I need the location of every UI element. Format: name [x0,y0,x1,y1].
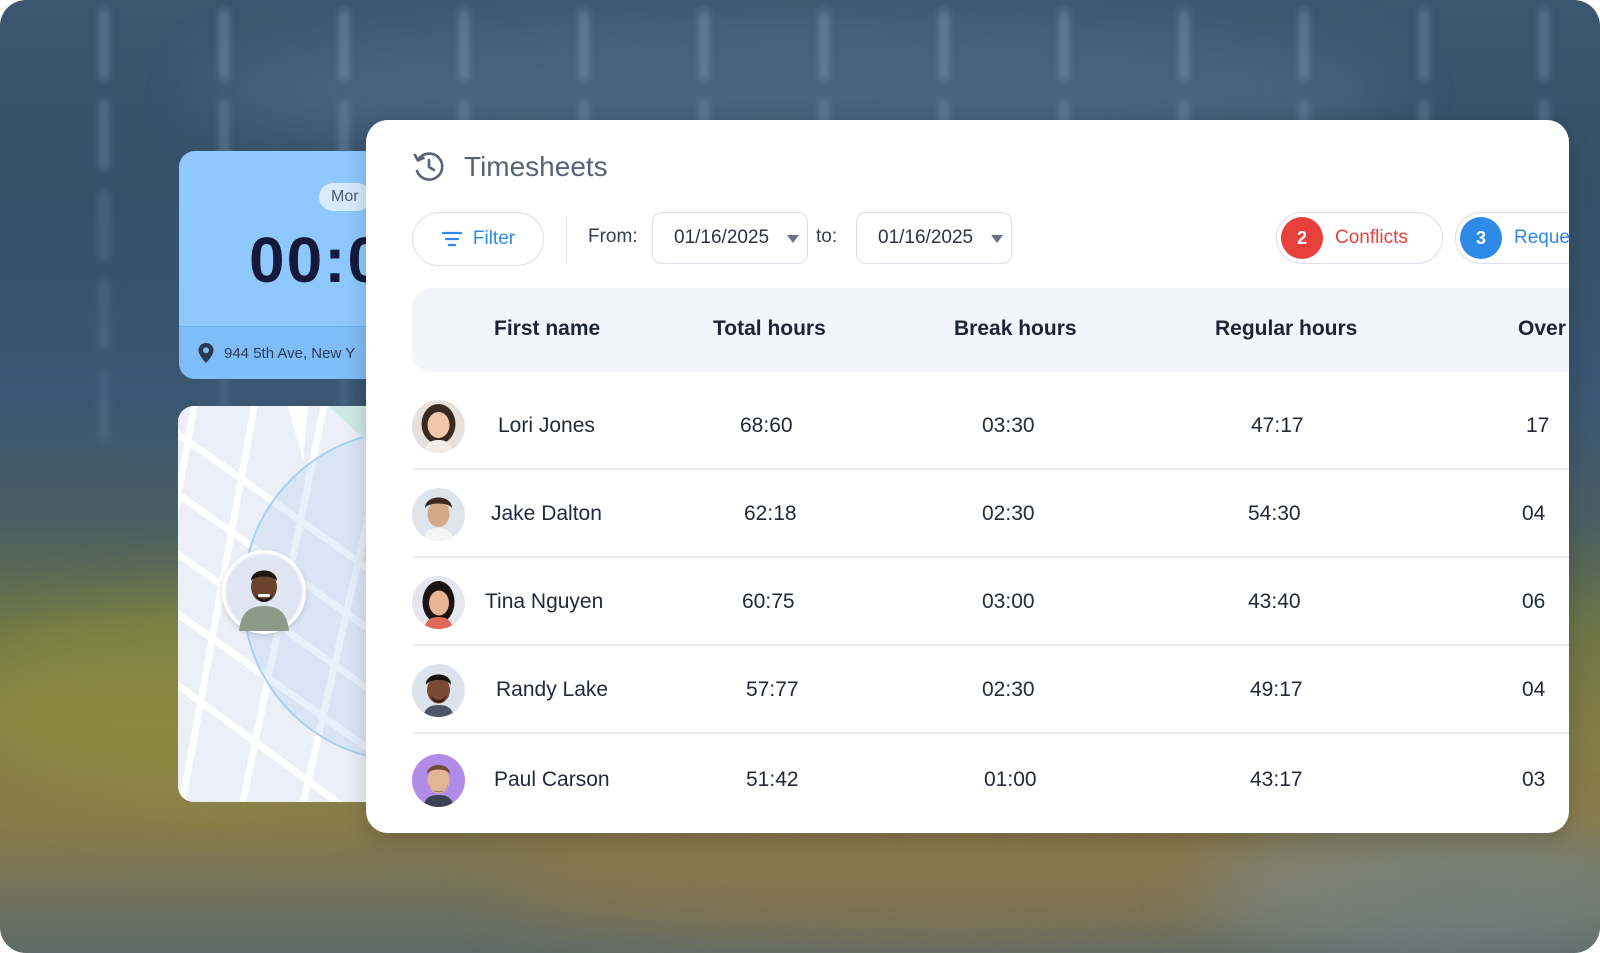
to-date-value: 01/16/2025 [878,227,974,248]
filter-label: Filter [472,228,516,249]
requests-label: Reques [1514,227,1569,248]
column-header-total-hours[interactable]: Total hours [713,317,826,341]
page-title: Timesheets [464,151,608,182]
cell-overtime: 03 [1522,768,1546,791]
cell-total-hours: 51:42 [746,768,799,791]
person-avatar-icon [412,400,465,453]
toolbar: Filter From: 01/16/2025 to: 01/16/2025 2… [412,212,1569,266]
column-header-break-hours[interactable]: Break hours [954,317,1077,341]
person-avatar-icon [412,576,465,629]
cell-regular-hours: 47:17 [1251,414,1304,437]
person-avatar-icon [412,488,465,541]
conflicts-label: Conflicts [1335,227,1408,248]
cell-break-hours: 03:00 [982,590,1035,613]
cell-break-hours: 02:30 [982,502,1035,525]
column-header-regular-hours[interactable]: Regular hours [1215,317,1357,341]
conflicts-button[interactable]: 2 Conflicts [1276,212,1443,264]
person-avatar-icon [227,555,301,631]
cell-break-hours: 03:30 [982,414,1035,437]
cell-total-hours: 60:75 [742,590,795,613]
to-label: to: [816,226,838,247]
card-header: Timesheets [412,150,608,184]
table-row[interactable]: Paul Carson 51:42 01:00 43:17 03 [412,736,1569,824]
history-clock-icon [413,152,444,181]
cell-overtime: 17 [1526,414,1550,437]
cell-first-name: Lori Jones [498,414,595,437]
column-header-overtime[interactable]: Over [1518,317,1566,341]
avatar [412,400,465,453]
shift-pill: Mor [319,183,371,211]
avatar [412,576,465,629]
cell-break-hours: 02:30 [982,678,1035,701]
table-row[interactable]: Jake Dalton 62:18 02:30 54:30 04 [412,470,1569,558]
column-header-first-name[interactable]: First name [494,317,600,341]
cell-first-name: Randy Lake [496,678,609,701]
cell-break-hours: 01:00 [984,768,1037,791]
cell-overtime: 04 [1522,502,1546,525]
filter-lines-icon [441,231,462,247]
avatar [412,664,465,717]
table-header: First name Total hours Break hours Regul… [412,288,1569,372]
from-label: From: [588,226,638,247]
person-avatar-icon [412,664,465,717]
chevron-down-icon [991,235,1003,243]
cell-total-hours: 68:60 [740,414,793,437]
cell-regular-hours: 54:30 [1248,502,1301,525]
cell-first-name: Paul Carson [494,768,610,791]
map-user-avatar[interactable] [222,550,306,634]
from-date-select[interactable]: 01/16/2025 [652,212,808,264]
table-row[interactable]: Lori Jones 68:60 03:30 47:17 17 [412,382,1569,470]
cell-regular-hours: 43:17 [1250,768,1303,791]
cell-total-hours: 57:77 [746,678,799,701]
cell-regular-hours: 49:17 [1250,678,1303,701]
to-date-select[interactable]: 01/16/2025 [856,212,1012,264]
from-date-value: 01/16/2025 [674,227,770,248]
table-row[interactable]: Randy Lake 57:77 02:30 49:17 04 [412,646,1569,734]
map-pin-icon [198,343,214,363]
cell-overtime: 04 [1522,678,1546,701]
person-avatar-icon [412,754,465,807]
clock-address: 944 5th Ave, New Y [224,344,356,362]
avatar [412,754,465,807]
timesheets-card: Timesheets Filter From: 01/16/2025 to: 0… [366,120,1569,833]
row-divider [414,732,1569,734]
conflicts-count-badge: 2 [1281,217,1323,259]
cell-first-name: Tina Nguyen [485,590,604,613]
table-row[interactable]: Tina Nguyen 60:75 03:00 43:40 06 [412,558,1569,646]
clock-time: 00:0 [249,224,386,296]
avatar [412,488,465,541]
requests-button[interactable]: 3 Reques [1455,212,1569,264]
filter-button[interactable]: Filter [412,212,544,266]
cell-first-name: Jake Dalton [491,502,602,525]
toolbar-divider [566,218,567,262]
requests-count-badge: 3 [1460,217,1502,259]
cell-total-hours: 62:18 [744,502,797,525]
cell-regular-hours: 43:40 [1248,590,1301,613]
cell-overtime: 06 [1522,590,1546,613]
chevron-down-icon [787,235,799,243]
